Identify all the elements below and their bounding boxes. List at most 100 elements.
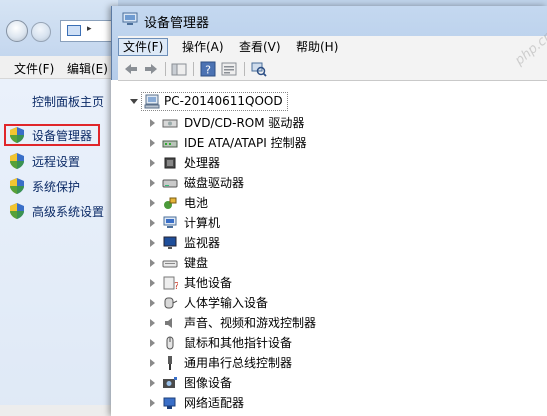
tree-item-label: DVD/CD-ROM 驱动器 <box>184 116 305 130</box>
expand-arrow-icon[interactable] <box>150 259 155 267</box>
system-menu-bar: 文件(F) 编辑(E) <box>0 56 118 79</box>
root-label: PC-20140611QOOD <box>164 94 283 108</box>
expand-arrow-icon[interactable] <box>150 199 155 207</box>
tree-item[interactable]: DVD/CD-ROM 驱动器 <box>117 114 537 132</box>
window-frame: 设备管理器 文件(F) 操作(A) 查看(V) 帮助(H) ? <box>111 6 547 81</box>
tree-item-label: IDE ATA/ATAPI 控制器 <box>184 136 307 150</box>
scan-hardware-icon[interactable] <box>251 61 267 77</box>
toolbar-separator <box>244 62 245 76</box>
link-label: 设备管理器 <box>32 129 93 143</box>
navigation-bar: ▸ <box>0 0 118 56</box>
system-protection-link[interactable]: 系统保护 <box>0 178 110 196</box>
expand-arrow-icon[interactable] <box>150 139 155 147</box>
expand-arrow-icon[interactable] <box>150 179 155 187</box>
forward-arrow-icon[interactable] <box>143 61 159 77</box>
shield-icon <box>10 203 24 219</box>
tree-item-label: 声音、视频和游戏控制器 <box>184 316 317 330</box>
menu-file[interactable]: 文件(F) <box>14 60 54 77</box>
status-strip <box>0 405 118 416</box>
expand-arrow-icon[interactable] <box>150 219 155 227</box>
svg-text:?: ? <box>205 64 211 77</box>
tree-item[interactable]: 处理器 <box>117 154 537 172</box>
expand-arrow-icon[interactable] <box>150 279 155 287</box>
ide-controller-icon <box>162 140 178 148</box>
menu-help[interactable]: 帮助(H) <box>292 38 342 56</box>
link-label: 系统保护 <box>32 180 81 194</box>
control-panel-home-link[interactable]: 控制面板主页 <box>32 93 104 111</box>
mouse-icon <box>166 336 174 350</box>
tree-item[interactable]: 网络适配器 <box>117 394 537 412</box>
shield-icon <box>10 153 24 169</box>
expand-arrow-icon[interactable] <box>150 399 155 407</box>
tree-item[interactable]: 鼠标和其他指针设备 <box>117 334 537 352</box>
tree-item[interactable]: 计算机 <box>117 214 537 232</box>
computer-root-icon <box>144 94 160 109</box>
window-title: 设备管理器 <box>144 16 210 31</box>
shield-icon <box>10 178 24 194</box>
tree-item-label: 图像设备 <box>184 376 233 390</box>
properties-icon[interactable] <box>221 61 237 77</box>
remote-settings-link[interactable]: 远程设置 <box>0 153 110 171</box>
computer-icon <box>163 216 177 228</box>
help-icon[interactable]: ? <box>200 61 216 77</box>
keyboard-icon <box>162 260 178 268</box>
chevron-right-icon[interactable]: ▸ <box>87 24 92 34</box>
forward-button[interactable] <box>31 22 51 42</box>
network-adapter-icon <box>163 397 176 409</box>
address-bar[interactable]: ▸ <box>60 20 118 42</box>
expand-arrow-icon[interactable] <box>150 359 155 367</box>
hid-icon <box>164 297 178 309</box>
expand-arrow-icon[interactable] <box>150 239 155 247</box>
tree-item[interactable]: ? 其他设备 <box>117 274 537 292</box>
tree-item-label: 键盘 <box>184 256 209 270</box>
toolbar-separator <box>193 62 194 76</box>
tree-item-label: 人体学输入设备 <box>184 296 269 310</box>
tree-item[interactable]: IDE ATA/ATAPI 控制器 <box>117 134 537 152</box>
task-panel: 控制面板主页 设备管理器 远程设置 系统保护 高级系统设置 <box>0 79 118 416</box>
advanced-system-settings-link[interactable]: 高级系统设置 <box>0 203 110 221</box>
link-label: 远程设置 <box>32 155 81 169</box>
computer-icon <box>67 25 81 36</box>
show-hide-tree-icon[interactable] <box>171 61 187 77</box>
collapse-arrow-icon[interactable] <box>130 99 138 104</box>
dvd-drive-icon <box>162 119 178 128</box>
tree-root-computer[interactable]: PC-20140611QOOD <box>141 92 288 111</box>
tree-item-label: 通用串行总线控制器 <box>184 356 293 370</box>
expand-arrow-icon[interactable] <box>150 339 155 347</box>
expand-arrow-icon[interactable] <box>150 379 155 387</box>
tree-item[interactable]: 键盘 <box>117 254 537 272</box>
toolbar: ? <box>118 58 547 81</box>
tree-item[interactable]: 电池 <box>117 194 537 212</box>
back-arrow-icon[interactable] <box>123 61 139 77</box>
shield-icon <box>10 127 24 143</box>
tree-item-label: 网络适配器 <box>184 396 245 410</box>
tree-item[interactable]: 通用串行总线控制器 <box>117 354 537 372</box>
menu-view[interactable]: 查看(V) <box>235 38 285 56</box>
menu-file[interactable]: 文件(F) <box>118 38 169 56</box>
sound-icon <box>165 318 172 328</box>
tree-item[interactable]: 图像设备 <box>117 374 537 392</box>
expand-arrow-icon[interactable] <box>150 319 155 327</box>
expand-arrow-icon[interactable] <box>150 119 155 127</box>
expand-arrow-icon[interactable] <box>150 159 155 167</box>
tree-item[interactable]: 声音、视频和游戏控制器 <box>117 314 537 332</box>
device-manager-link[interactable]: 设备管理器 <box>0 127 110 145</box>
menu-bar: 文件(F) 操作(A) 查看(V) 帮助(H) <box>118 36 547 58</box>
svg-text:?: ? <box>174 281 178 291</box>
tree-item[interactable]: 人体学输入设备 <box>117 294 537 312</box>
system-window: ▸ 文件(F) 编辑(E) 控制面板主页 设备管理器 远程设置 系统保护 高级系… <box>0 0 118 416</box>
toolbar-separator <box>165 62 166 76</box>
battery-icon <box>164 197 177 209</box>
processor-icon <box>164 157 176 169</box>
other-devices-icon: ? <box>163 276 178 291</box>
tree-item-label: 计算机 <box>184 216 221 230</box>
back-button[interactable] <box>6 20 28 42</box>
imaging-icon <box>163 377 177 388</box>
tree-item[interactable]: 监视器 <box>117 234 537 252</box>
menu-action[interactable]: 操作(A) <box>178 38 228 56</box>
tree-item[interactable]: 磁盘驱动器 <box>117 174 537 192</box>
expand-arrow-icon[interactable] <box>150 299 155 307</box>
tree-item-label: 电池 <box>184 196 209 210</box>
menu-edit[interactable]: 编辑(E) <box>67 60 108 77</box>
link-label: 高级系统设置 <box>32 205 105 219</box>
